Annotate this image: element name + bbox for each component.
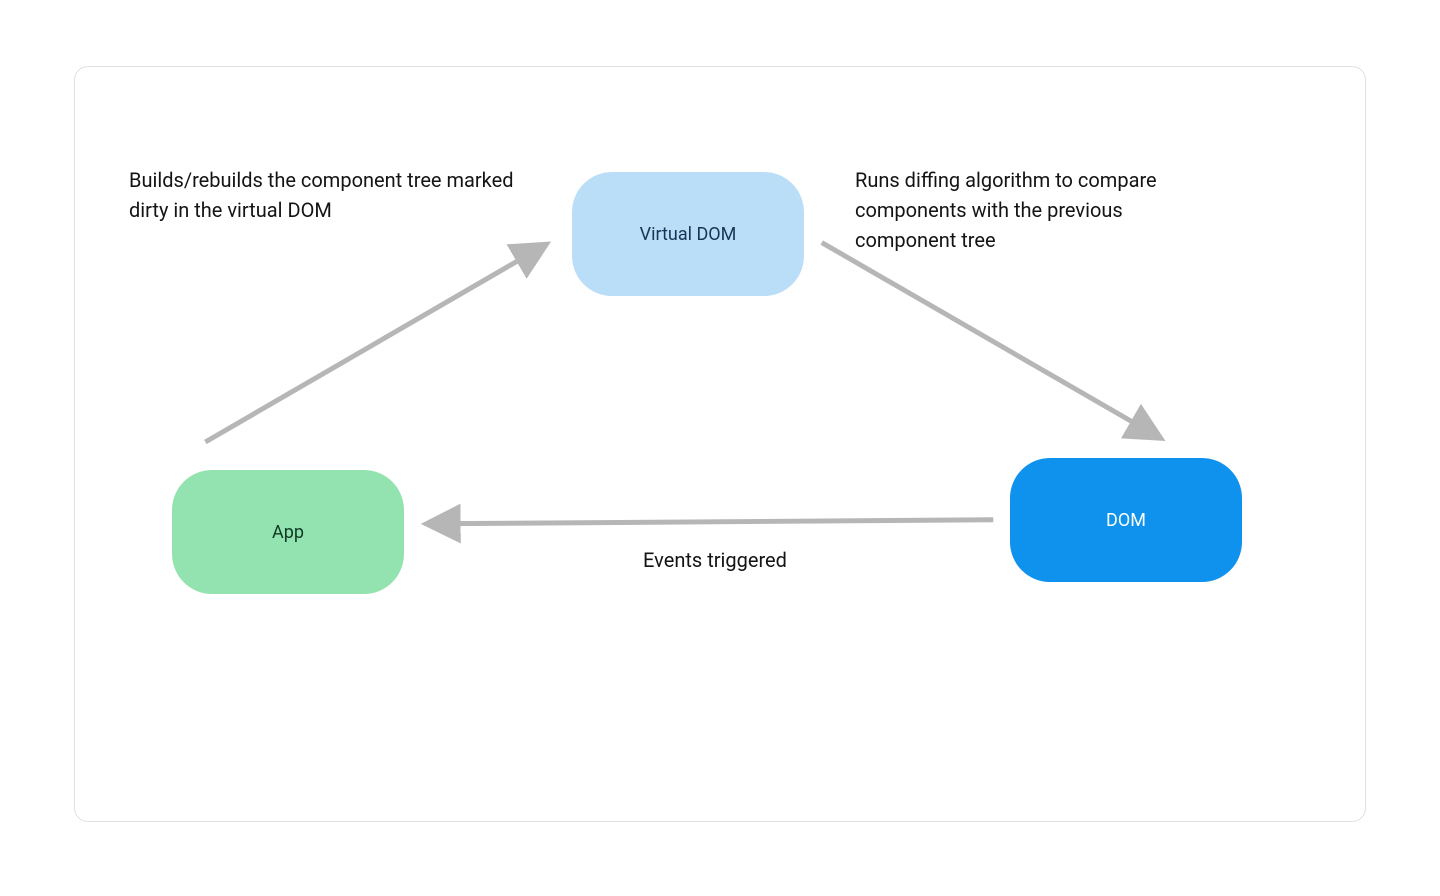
arrow-dom-to-app [431, 520, 994, 524]
node-app-label: App [272, 522, 304, 543]
node-dom: DOM [1010, 458, 1242, 582]
arrow-virtual-dom-to-dom [822, 243, 1157, 436]
annotation-diffing: Runs diffing algorithm to compare compon… [855, 165, 1225, 255]
node-dom-label: DOM [1106, 510, 1146, 531]
diagram-canvas: Virtual DOM App DOM Builds/rebuilds the … [75, 67, 1365, 821]
arrow-app-to-virtual-dom [205, 247, 542, 442]
node-virtual-dom-label: Virtual DOM [640, 224, 737, 245]
annotation-build-rebuild: Builds/rebuilds the component tree marke… [129, 165, 524, 225]
node-app: App [172, 470, 404, 594]
diagram-frame: Virtual DOM App DOM Builds/rebuilds the … [74, 66, 1366, 822]
node-virtual-dom: Virtual DOM [572, 172, 804, 296]
annotation-events: Events triggered [615, 545, 815, 575]
